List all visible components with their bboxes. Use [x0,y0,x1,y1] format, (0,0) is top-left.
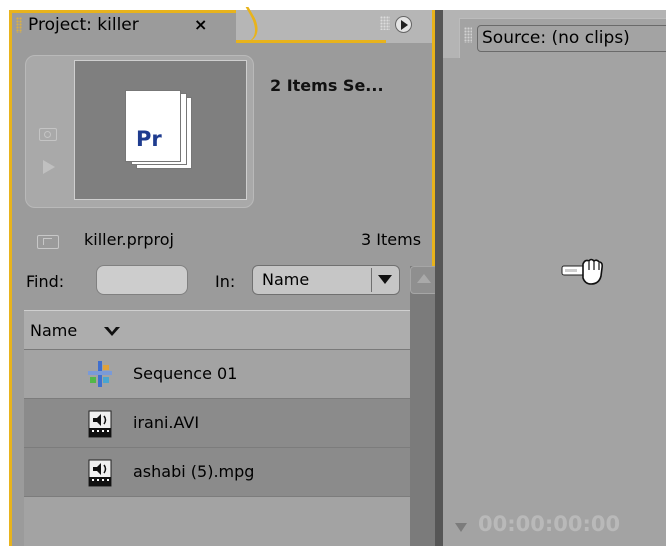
hand-cursor-icon [561,258,603,285]
list-item-label: ashabi (5).mpg [133,462,255,481]
scroll-up-arrow-icon[interactable] [410,266,438,294]
timecode-display[interactable]: 00:00:00:00 [478,512,620,536]
source-clip-dropdown[interactable]: Source: (no clips) [477,25,666,52]
list-item-clip[interactable]: irani.AVI [24,399,410,448]
tab-project[interactable]: Project: killer × [12,10,236,43]
camera-icon[interactable] [39,128,57,141]
panel-divider[interactable] [435,10,443,546]
source-monitor-panel: Source: (no clips) [443,10,666,546]
source-tabstrip: Source: (no clips) [443,10,666,58]
tab-source[interactable]: Source: (no clips) [459,18,666,58]
in-label: In: [215,272,236,291]
list-item-sequence[interactable]: Sequence 01 [24,350,410,399]
find-label: Find: [26,272,65,291]
project-filename: killer.prproj [84,230,174,249]
up-folder-icon[interactable] [37,235,59,249]
scrollbar-track[interactable] [410,266,438,546]
video-audio-clip-icon [88,410,112,438]
drag-grip-icon[interactable] [16,17,22,33]
list-header-name[interactable]: Name [24,310,410,350]
list-item-label: irani.AVI [133,413,200,432]
drag-grip-icon[interactable] [380,16,390,30]
find-input[interactable] [96,265,188,295]
list-item-clip[interactable]: ashabi (5).mpg [24,448,410,497]
tab-corner-decoration [236,10,386,43]
panel-menu-icon[interactable] [395,16,412,33]
preview-title: 2 Items Se... [270,76,384,95]
column-header-label: Name [30,321,78,340]
list-empty-area[interactable] [24,497,410,546]
chevron-down-icon[interactable] [104,327,120,336]
item-count: 3 Items [361,230,422,249]
sequence-icon [88,361,112,387]
in-select[interactable]: Name [252,265,400,295]
project-panel: Project: killer × Pr 2 Items Se... kille… [9,10,438,546]
premiere-file-icon: Pr [125,90,181,162]
video-audio-clip-icon [88,459,112,487]
tab-project-label: Project: killer [28,15,139,35]
premiere-logo-text: Pr [136,127,162,151]
in-select-value: Name [262,270,310,289]
premiere-workspace: Project: killer × Pr 2 Items Se... kille… [0,0,666,546]
dropdown-arrow-icon[interactable] [371,268,397,292]
close-icon[interactable]: × [194,15,207,34]
project-tabstrip: Project: killer × [12,10,432,43]
play-icon[interactable] [43,160,55,174]
list-item-label: Sequence 01 [133,364,238,383]
tab-source-label: Source: (no clips) [482,28,630,48]
drag-grip-icon[interactable] [464,27,472,43]
timecode-triangle-icon[interactable] [455,523,467,532]
